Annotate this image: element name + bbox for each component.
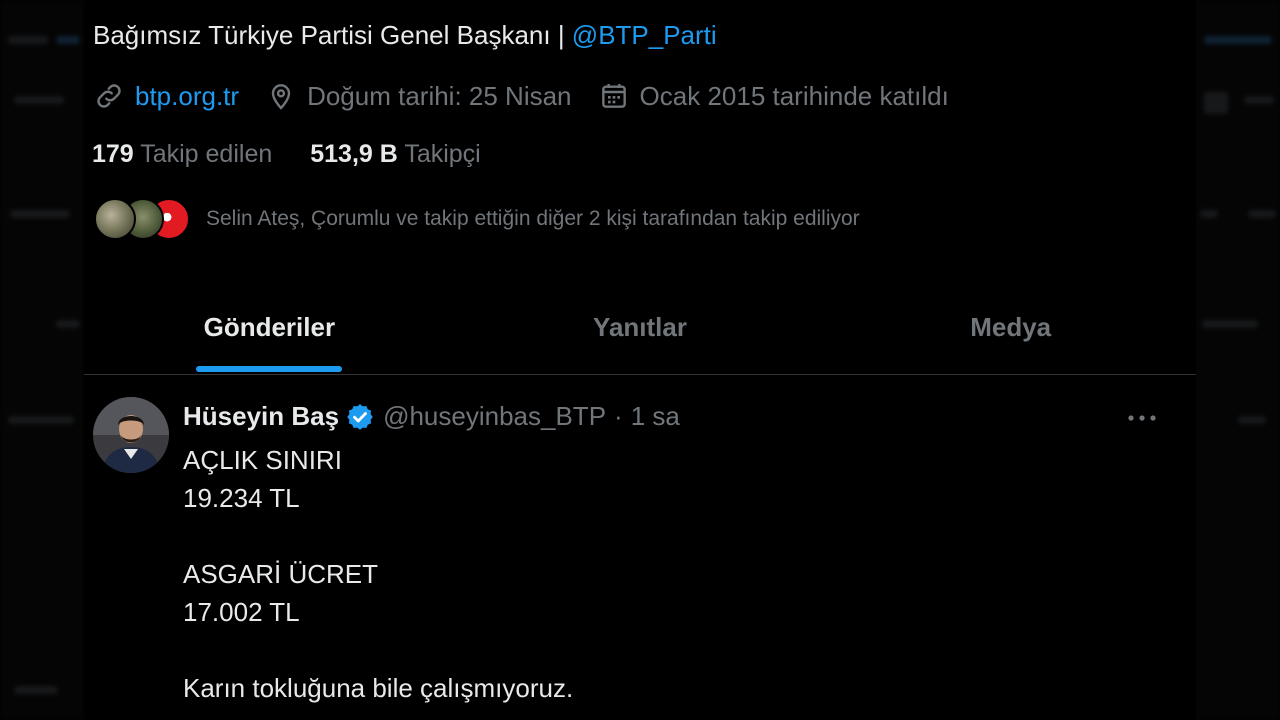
author-handle[interactable]: @huseyinbas_BTP xyxy=(383,401,606,432)
website-link[interactable]: btp.org.tr xyxy=(135,81,239,112)
blurred-right-panel xyxy=(1194,0,1280,720)
profile-bio: Bağımsız Türkiye Partisi Genel Başkanı |… xyxy=(93,20,717,51)
active-tab-indicator xyxy=(196,366,343,372)
followed-by-row[interactable]: Selin Ateş, Çorumlu ve takip ettiğin diğ… xyxy=(94,198,860,240)
mutual-avatar xyxy=(94,198,136,240)
birthday-item: Doğum tarihi: 25 Nisan xyxy=(265,80,572,112)
tab-label: Yanıtlar xyxy=(593,311,687,342)
blurred-left-panel xyxy=(0,0,84,720)
following-label: Takip edilen xyxy=(140,140,273,168)
tweet-line: ASGARİ ÜCRET xyxy=(183,559,379,589)
following-link[interactable]: 179 Takip edilen xyxy=(92,140,272,168)
mutual-avatars xyxy=(94,198,194,240)
tweet-line: Karın tokluğuna bile çalışmıyoruz. xyxy=(183,673,574,703)
author-name[interactable]: Hüseyin Baş xyxy=(183,401,339,432)
location-pin-icon xyxy=(265,80,297,112)
tweet-line: 17.002 TL xyxy=(183,597,300,627)
tweet-card[interactable]: Hüseyin Baş @huseyinbas_BTP · 1 sa AÇLIK… xyxy=(84,375,1196,720)
tab-replies[interactable]: Yanıtlar xyxy=(455,280,826,374)
tweet-text: AÇLIK SINIRI 19.234 TL ASGARİ ÜCRET 17.0… xyxy=(183,441,573,707)
followed-by-text: Selin Ateş, Çorumlu ve takip ettiğin diğ… xyxy=(206,207,860,230)
profile-tabs: Gönderiler Yanıtlar Medya xyxy=(84,280,1196,375)
following-count: 179 xyxy=(92,140,134,168)
tweet-line xyxy=(183,631,573,669)
birthday-text: Doğum tarihi: 25 Nisan xyxy=(307,80,572,111)
joined-text: Ocak 2015 tarihinde katıldı xyxy=(639,80,949,111)
profile-meta: btp.org.tr Doğum tarihi: 25 Nisan Ocak 2… xyxy=(93,80,975,112)
followers-link[interactable]: 513,9 B Takipçi xyxy=(310,140,480,168)
tab-posts[interactable]: Gönderiler xyxy=(84,280,455,374)
author-avatar[interactable] xyxy=(93,397,169,473)
tweet-line: AÇLIK SINIRI xyxy=(183,445,342,475)
screen: Bağımsız Türkiye Partisi Genel Başkanı |… xyxy=(0,0,1280,720)
profile-column: Bağımsız Türkiye Partisi Genel Başkanı |… xyxy=(84,0,1196,720)
website-item: btp.org.tr xyxy=(93,80,239,112)
more-horizontal-icon[interactable] xyxy=(1122,403,1162,433)
tweet-time[interactable]: 1 sa xyxy=(631,401,680,432)
tab-media[interactable]: Medya xyxy=(825,280,1196,374)
follow-stats: 179 Takip edilen 513,9 B Takipçi xyxy=(92,140,481,169)
verified-badge-icon[interactable] xyxy=(345,402,375,432)
tweet-header: Hüseyin Baş @huseyinbas_BTP · 1 sa xyxy=(183,401,680,432)
tab-label: Gönderiler xyxy=(203,311,336,342)
followers-label: Takipçi xyxy=(404,140,481,168)
link-icon xyxy=(93,80,125,112)
tweet-line xyxy=(183,517,573,555)
tab-label: Medya xyxy=(970,311,1052,342)
bio-text: Bağımsız Türkiye Partisi Genel Başkanı | xyxy=(93,20,572,50)
header-separator: · xyxy=(614,401,623,431)
followers-count: 513,9 B xyxy=(310,140,398,168)
tweet-line: 19.234 TL xyxy=(183,483,300,513)
bio-mention-link[interactable]: @BTP_Parti xyxy=(572,20,717,50)
joined-item: Ocak 2015 tarihinde katıldı xyxy=(598,80,949,112)
calendar-icon xyxy=(598,80,630,112)
